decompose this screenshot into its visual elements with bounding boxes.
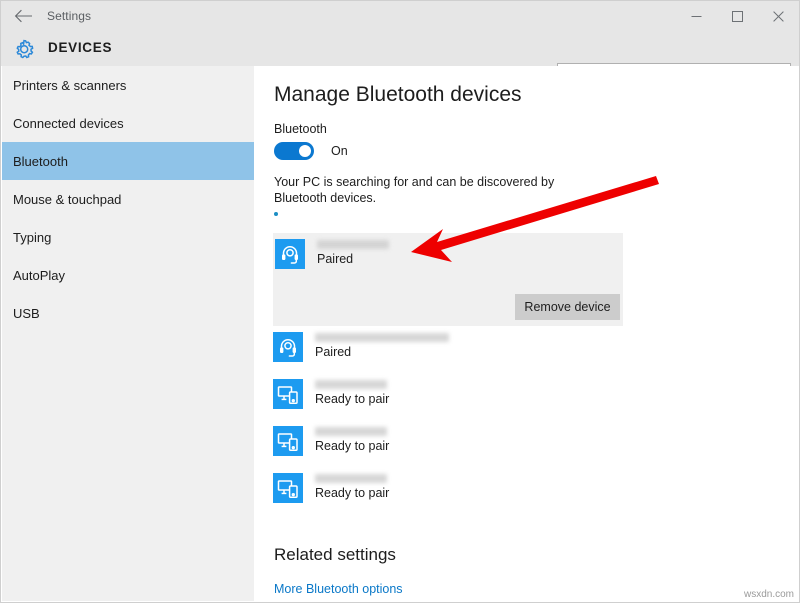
sidebar-item-label: Mouse & touchpad: [13, 191, 122, 207]
remove-device-button[interactable]: Remove device: [515, 294, 620, 320]
device-list-item[interactable]: Ready to pair: [273, 373, 623, 420]
app-header: DEVICES Find a setting: [1, 31, 799, 89]
bluetooth-device-list: Paired Remove device Paired Ready to pai…: [273, 233, 623, 514]
headset-icon: [273, 332, 303, 362]
sidebar-item-label: Printers & scanners: [13, 77, 127, 93]
device-name-redacted: [315, 427, 387, 436]
screenshot-root: Settings DEVICES Printers & scanners Con…: [0, 0, 800, 603]
related-settings-title: Related settings: [274, 545, 396, 564]
device-list-item[interactable]: Paired: [273, 326, 623, 373]
settings-window: Settings DEVICES Printers & scanners Con…: [0, 0, 800, 603]
minimize-icon: [691, 11, 702, 22]
minimize-button[interactable]: [676, 1, 717, 31]
pc-phone-icon: [273, 426, 303, 456]
sidebar-item-autoplay[interactable]: AutoPlay: [2, 256, 254, 294]
device-list-item[interactable]: Ready to pair: [273, 420, 623, 467]
maximize-icon: [732, 10, 743, 22]
sidebar-item-bluetooth[interactable]: Bluetooth: [2, 142, 254, 180]
device-name-redacted: [317, 240, 389, 249]
maximize-button[interactable]: [717, 1, 758, 31]
device-row: Ready to pair: [273, 426, 389, 456]
pc-phone-icon: [273, 473, 303, 503]
sidebar-item-label: AutoPlay: [13, 267, 66, 283]
page-title: Manage Bluetooth devices: [274, 83, 522, 106]
sidebar-item-label: Typing: [13, 229, 52, 245]
device-list-item-selected[interactable]: Paired Remove device: [273, 233, 623, 326]
device-row: Ready to pair: [273, 473, 389, 503]
sidebar-item-label: Connected devices: [13, 115, 124, 131]
device-status: Paired: [317, 252, 354, 266]
device-status: Ready to pair: [315, 392, 390, 406]
close-icon: [773, 10, 784, 22]
sidebar-item-label: Bluetooth: [13, 153, 68, 169]
title-bar: Settings: [1, 1, 799, 31]
sidebar: Printers & scanners Connected devices Bl…: [2, 66, 254, 601]
caption-button-group: [676, 1, 799, 31]
device-text-block: Paired: [317, 239, 389, 267]
close-button[interactable]: [758, 1, 799, 31]
searching-status-message: Your PC is searching for and can be disc…: [274, 175, 555, 205]
sidebar-item-usb[interactable]: USB: [2, 294, 254, 332]
content-pane: Manage Bluetooth devices Bluetooth On Yo…: [254, 66, 798, 601]
headset-icon: [275, 239, 305, 269]
toggle-knob: [299, 145, 311, 157]
sidebar-item-printers-scanners[interactable]: Printers & scanners: [2, 66, 254, 104]
bluetooth-section-label: Bluetooth: [274, 122, 327, 136]
device-status: Paired: [315, 345, 352, 359]
device-list-item[interactable]: Ready to pair: [273, 467, 623, 514]
device-name-redacted: [315, 474, 387, 483]
device-row: Paired: [275, 239, 389, 269]
window-title: Settings: [47, 9, 92, 23]
sidebar-item-typing[interactable]: Typing: [2, 218, 254, 256]
back-arrow-icon: [14, 9, 33, 23]
sidebar-item-mouse-touchpad[interactable]: Mouse & touchpad: [2, 180, 254, 218]
device-status: Ready to pair: [315, 486, 390, 500]
device-name-redacted: [315, 380, 387, 389]
device-row: Ready to pair: [273, 379, 389, 409]
sidebar-item-label: USB: [13, 305, 40, 321]
device-text-block: Ready to pair: [315, 426, 389, 454]
device-name-redacted: [315, 333, 449, 342]
bluetooth-toggle-row: On: [274, 142, 348, 160]
device-status: Ready to pair: [315, 439, 390, 453]
bluetooth-toggle[interactable]: [274, 142, 314, 160]
back-button[interactable]: [1, 1, 45, 31]
progress-indicator-dot: [274, 212, 278, 216]
gear-icon: [11, 36, 37, 62]
pc-phone-icon: [273, 379, 303, 409]
more-bluetooth-options-link[interactable]: More Bluetooth options: [274, 582, 403, 596]
watermark: wsxdn.com: [743, 589, 794, 600]
sidebar-item-connected-devices[interactable]: Connected devices: [2, 104, 254, 142]
device-text-block: Paired: [315, 332, 449, 360]
page-category-title: DEVICES: [48, 40, 113, 55]
device-text-block: Ready to pair: [315, 379, 389, 407]
device-row: Paired: [273, 332, 449, 362]
bluetooth-toggle-state: On: [331, 144, 348, 158]
device-text-block: Ready to pair: [315, 473, 389, 501]
